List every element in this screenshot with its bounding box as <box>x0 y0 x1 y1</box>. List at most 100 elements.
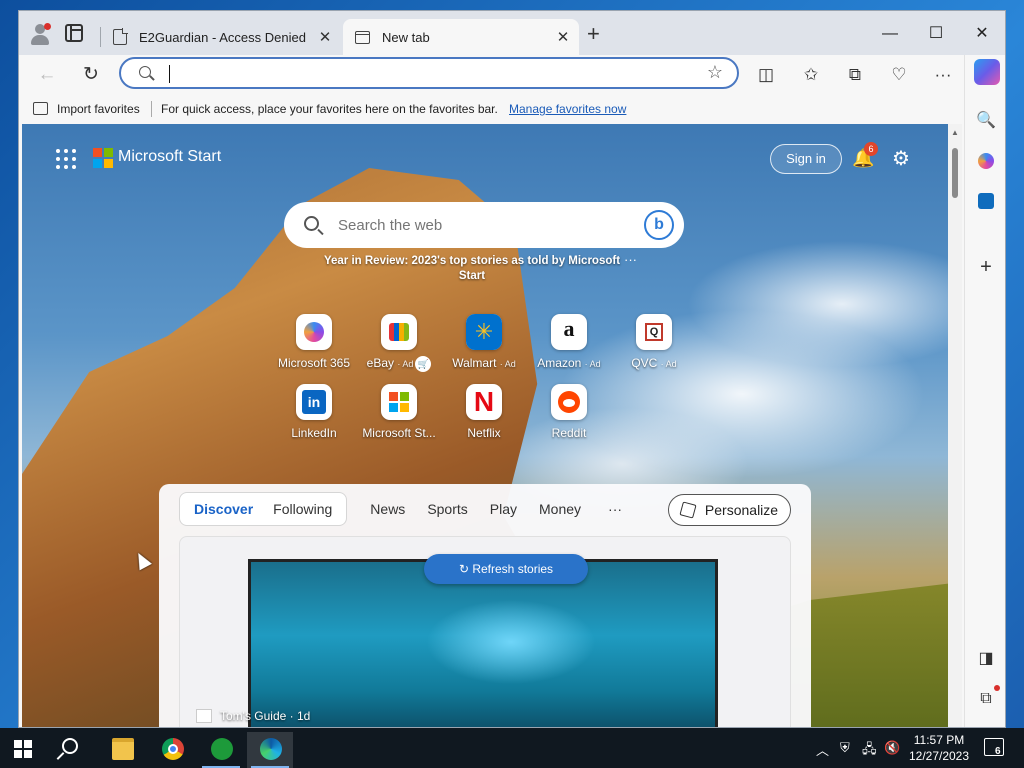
story-card[interactable]: ↻ Refresh stories Tom's Guide · 1d <box>179 536 791 727</box>
favorites-icon[interactable]: ✩ <box>797 61 825 89</box>
personalize-pen-icon <box>679 501 697 519</box>
taskbar-edge[interactable] <box>247 732 293 768</box>
quicklink-ebay[interactable]: eBay · Ad 🛒 <box>354 314 444 372</box>
personalize-label: Personalize <box>704 502 779 518</box>
ebay-bag-icon <box>389 323 409 341</box>
tile-label: eBay <box>366 356 394 371</box>
feed-tabs: Discover Following News Sports Play Mone… <box>179 492 638 526</box>
sidebar-external-link-icon[interactable]: ⧉ <box>974 685 1000 711</box>
tray-volume-icon[interactable]: 🔇 <box>884 740 900 756</box>
action-center-count: 6 <box>995 746 1001 757</box>
quicklink-qvc[interactable]: Q QVC · Ad <box>609 314 699 370</box>
quicklink-linkedin[interactable]: in LinkedIn <box>269 384 359 440</box>
tile-label: Netflix <box>467 426 501 440</box>
quicklink-walmart[interactable]: ✳ Walmart · Ad <box>439 314 529 370</box>
quicklink-reddit[interactable]: Reddit <box>524 384 614 440</box>
tab-label: New tab <box>382 29 430 45</box>
microsoft-start-brand[interactable]: Microsoft Start <box>118 148 221 166</box>
taskbar-file-explorer[interactable] <box>99 732 145 768</box>
manage-favorites-link[interactable]: Manage favorites now <box>509 102 626 116</box>
app-launcher-icon[interactable] <box>56 149 76 169</box>
sidebar-hide-icon[interactable]: ◨ <box>974 647 998 671</box>
address-input[interactable] <box>165 63 685 85</box>
taskbar-search-icon[interactable] <box>62 738 78 754</box>
personalize-button[interactable]: Personalize <box>668 494 791 526</box>
tab-close-icon[interactable]: ✕ <box>553 28 573 46</box>
taskbar-green-app[interactable] <box>198 732 244 768</box>
sidebar-search-icon[interactable]: 🔍 <box>974 109 998 133</box>
collections-icon[interactable]: ⧉ <box>841 61 869 89</box>
publisher-logo-icon <box>196 709 212 723</box>
split-screen-icon[interactable]: ◫ <box>752 61 780 89</box>
edge-icon <box>260 738 282 760</box>
scroll-up-arrow-icon[interactable]: ▲ <box>951 128 959 137</box>
quicklink-netflix[interactable]: N Netflix <box>439 384 529 440</box>
ad-label: · Ad <box>584 359 601 369</box>
text-caret <box>169 65 170 83</box>
chrome-icon <box>162 738 184 760</box>
story-image[interactable] <box>248 559 718 727</box>
tab-money[interactable]: Money <box>528 501 592 517</box>
scroll-thumb[interactable] <box>952 148 958 198</box>
web-search-box[interactable]: b <box>284 202 684 248</box>
import-favorites-icon[interactable] <box>33 102 48 115</box>
tray-security-icon[interactable]: ⛨ <box>840 740 850 756</box>
close-window-button[interactable]: ✕ <box>959 19 1005 49</box>
taskbar-chrome[interactable] <box>149 732 195 768</box>
taskbar-clock[interactable]: 11:57 PM 12/27/2023 <box>906 732 972 764</box>
tile-label: Amazon <box>537 356 582 370</box>
favorites-separator <box>151 101 152 117</box>
refresh-button[interactable]: ↻ <box>77 61 105 89</box>
sidebar-add-icon[interactable]: + <box>974 255 998 279</box>
tab-following[interactable]: Following <box>263 501 342 517</box>
tab-sports[interactable]: Sports <box>416 501 478 517</box>
profile-avatar-icon[interactable] <box>29 23 51 45</box>
import-favorites-button[interactable]: Import favorites <box>57 102 140 116</box>
add-favorite-star-icon[interactable]: ☆ <box>707 62 723 83</box>
new-tab-button[interactable]: + <box>587 23 600 45</box>
tab-actions-icon[interactable] <box>65 24 83 42</box>
action-center-icon[interactable] <box>984 738 1004 756</box>
news-feed-panel: Discover Following News Sports Play Mone… <box>159 484 811 727</box>
back-button[interactable]: ← <box>33 61 61 89</box>
minimize-button[interactable]: — <box>867 19 913 49</box>
quicklink-amazon[interactable]: a Amazon · Ad <box>524 314 614 370</box>
green-app-icon <box>211 738 233 760</box>
more-menu-icon[interactable]: ··· <box>929 61 957 89</box>
title-bar: E2Guardian - Access Denied ✕ New tab ✕ +… <box>19 11 1005 55</box>
search-icon <box>304 216 319 231</box>
feed-more-icon[interactable]: ··· <box>592 501 638 517</box>
tab-discover[interactable]: Discover <box>184 501 263 517</box>
tray-network-icon[interactable]: 🖧 <box>862 740 877 762</box>
tab-news[interactable]: News <box>359 501 416 517</box>
address-bar[interactable]: ☆ <box>119 57 739 89</box>
tab-e2guardian[interactable]: E2Guardian - Access Denied ✕ <box>101 19 341 55</box>
copilot-icon[interactable] <box>974 59 1000 85</box>
sign-in-button[interactable]: Sign in <box>770 144 842 174</box>
year-in-review-headline[interactable]: Year in Review: 2023's top stories as to… <box>322 254 622 284</box>
tile-label: Microsoft 365 <box>277 356 351 370</box>
quicklink-microsoft-store[interactable]: Microsoft St... <box>354 384 444 440</box>
headline-more-icon[interactable]: ··· <box>624 252 637 267</box>
story-source-label: Tom's Guide · 1d <box>220 709 311 723</box>
sidebar-outlook-icon[interactable] <box>974 189 998 213</box>
tab-close-icon[interactable]: ✕ <box>315 28 335 46</box>
edge-window: E2Guardian - Access Denied ✕ New tab ✕ +… <box>18 10 1006 728</box>
sidebar-microsoft-365-icon[interactable] <box>974 149 998 173</box>
tab-play[interactable]: Play <box>479 501 528 517</box>
ad-label: · Ad <box>397 359 414 370</box>
page-settings-gear-icon[interactable]: ⚙ <box>892 146 910 171</box>
start-windows-icon[interactable] <box>14 740 32 758</box>
tray-show-hidden-icon[interactable]: ︿ <box>816 740 829 759</box>
shopping-cart-icon: 🛒 <box>415 356 432 372</box>
page-scrollbar[interactable]: ▲ <box>948 124 962 727</box>
refresh-stories-button[interactable]: ↻ Refresh stories <box>424 554 588 584</box>
tab-new-tab[interactable]: New tab ✕ <box>343 19 579 55</box>
new-tab-page-icon <box>355 30 370 44</box>
bing-chat-icon[interactable]: b <box>644 210 674 240</box>
maximize-button[interactable]: ☐ <box>913 19 959 49</box>
quicklink-microsoft-365[interactable]: Microsoft 365 <box>269 314 359 370</box>
web-search-input[interactable] <box>338 214 628 236</box>
browser-essentials-icon[interactable]: ♡ <box>885 61 913 89</box>
linkedin-logo-icon: in <box>302 390 326 414</box>
